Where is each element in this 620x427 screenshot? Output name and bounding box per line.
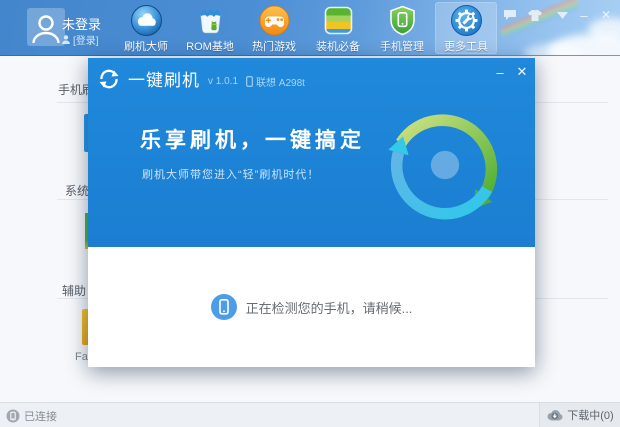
dialog-status-area: 正在检测您的手机，请稍候... [88,247,535,367]
dialog-close-icon[interactable]: ✕ [513,64,531,80]
login-link[interactable]: [登录] [73,32,99,47]
one-key-flash-dialog: 一键刷机 v 1.0.1 联想 A298t – ✕ 乐享刷机，一键搞定 刷机大师… [88,58,535,367]
avatar[interactable] [27,8,65,46]
dialog-minimize-icon[interactable]: – [491,64,509,80]
person-icon [29,10,63,44]
dialog-device-name: 联想 A298t [256,74,305,89]
toolbar-item-essential-apps[interactable]: 装机必备 [307,2,369,54]
toolbar-item-rom-base[interactable]: ROM基地 [179,2,241,54]
username-label: 未登录 [62,14,101,33]
top-toolbar: 未登录 [登录] 刷机大师 [0,0,620,56]
banner-heading: 乐享刷机，一键搞定 [140,124,365,154]
device-phone-icon [246,76,253,87]
feedback-bubble-icon[interactable] [501,7,519,23]
toolbar-item-label: 刷机大师 [124,38,168,54]
rom-bag-icon [194,4,227,37]
toolbar-item-label: 热门游戏 [252,38,296,54]
toolbar-item-hot-games[interactable]: 热门游戏 [243,2,305,54]
cloud-download-icon [546,409,563,421]
toolbar-item-flash-master[interactable]: 刷机大师 [115,2,177,54]
downloads-label: 下载中(0) [567,407,613,423]
close-icon[interactable]: ✕ [597,7,615,23]
minimize-icon[interactable]: – [575,7,593,23]
detect-status-message: 正在检测您的手机，请稍候... [246,298,413,317]
cloud-icon [130,4,163,37]
section-label-system: 系统 [65,182,88,199]
refresh-icon [98,68,120,90]
gear-wrench-icon [450,4,483,37]
toolbar-item-label: 手机管理 [380,38,424,54]
status-bar: 已连接 下载中(0) [0,402,620,427]
dialog-header-banner: 一键刷机 v 1.0.1 联想 A298t – ✕ 乐享刷机，一键搞定 刷机大师… [88,58,535,247]
chevron-down-icon[interactable] [553,7,571,23]
section-label-phone: 手机刷 [58,81,88,98]
section-label-fastboot: Fa [75,351,88,363]
mini-person-icon [62,35,70,44]
layers-icon [322,4,355,37]
downloads-button[interactable]: 下载中(0) [539,403,620,427]
skin-icon[interactable] [525,7,545,23]
toolbar-item-label: 装机必备 [316,38,360,54]
phone-connected-icon [6,409,20,423]
banner-subheading: 刷机大师带您进入“轻”刷机时代！ [142,166,319,182]
toolbar-item-label: 更多工具 [444,38,488,54]
toolbar-item-phone-manage[interactable]: 手机管理 [371,2,433,54]
gamepad-icon [258,4,291,37]
refresh-arrows-graphic [380,100,510,230]
phone-detect-icon [211,294,237,320]
dialog-version: v 1.0.1 [208,76,238,87]
section-label-assist: 辅助 [62,282,88,299]
toolbar-item-label: ROM基地 [186,38,234,54]
app-window: 未登录 [登录] 刷机大师 [0,0,620,427]
dialog-title: 一键刷机 [128,66,200,91]
connection-status: 已连接 [24,408,57,424]
toolbar-item-more-tools[interactable]: 更多工具 [435,2,497,54]
shield-phone-icon [386,4,419,37]
